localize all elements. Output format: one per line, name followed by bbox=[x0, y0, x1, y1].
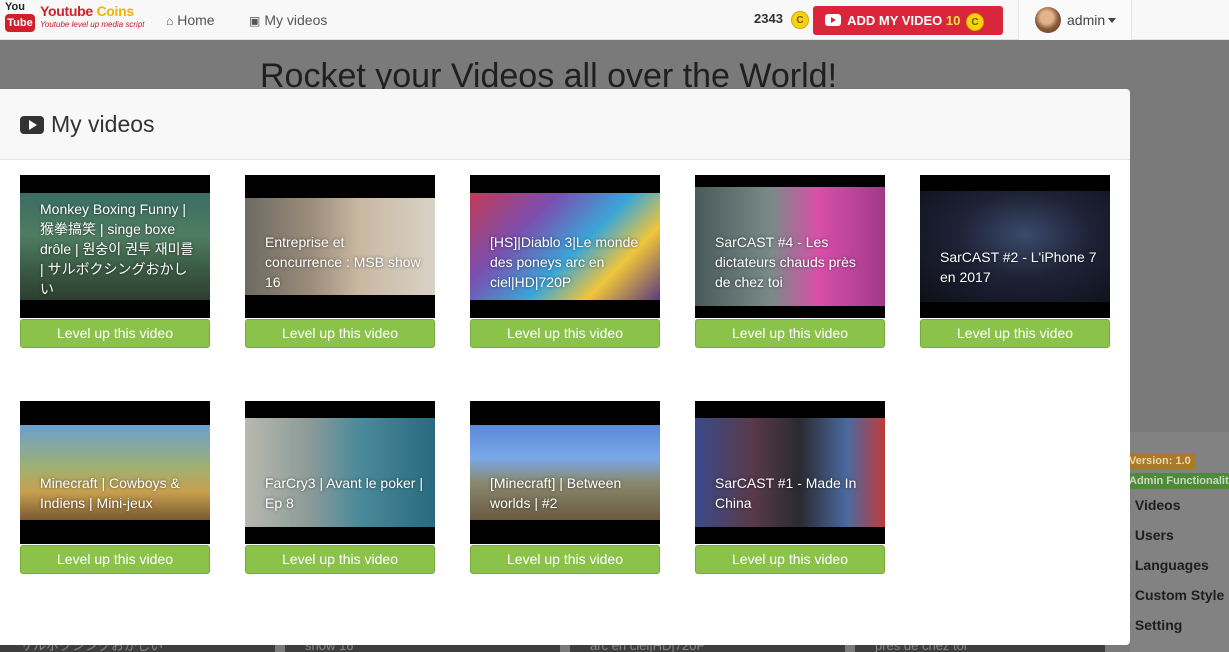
video-thumbnail[interactable]: Monkey Boxing Funny | 猴拳搞笑 | singe boxe … bbox=[20, 175, 210, 318]
video-title: Minecraft | Cowboys & Indiens | Mini-jeu… bbox=[40, 474, 180, 511]
video-card: Monkey Boxing Funny | 猴拳搞笑 | singe boxe … bbox=[20, 175, 210, 348]
username: admin bbox=[1067, 12, 1106, 28]
nav-home-label: Home bbox=[177, 12, 215, 28]
youtube-play-icon bbox=[825, 14, 841, 26]
video-title: FarCry3 | Avant le poker | Ep 8 bbox=[265, 474, 423, 511]
video-title: [HS]|Diablo 3|Le monde des poneys arc en… bbox=[490, 233, 639, 290]
video-card: SarCAST #4 - Les dictateurs chauds près … bbox=[695, 175, 885, 348]
top-navbar: You Tube Youtube Coins Youtube level up … bbox=[0, 0, 1229, 40]
background-menu-setting: ▪ Setting bbox=[1126, 617, 1183, 633]
video-thumbnail[interactable]: Entreprise et concurrence : MSB show 16 bbox=[245, 175, 435, 318]
background-menu-label: Setting bbox=[1134, 617, 1183, 633]
level-up-button[interactable]: Level up this video bbox=[470, 545, 660, 574]
video-thumbnail[interactable]: SarCAST #4 - Les dictateurs chauds près … bbox=[695, 175, 885, 318]
video-card: Minecraft | Cowboys & Indiens | Mini-jeu… bbox=[20, 401, 210, 574]
video-title: SarCAST #2 - L'iPhone 7 en 2017 bbox=[940, 248, 1097, 285]
video-card: SarCAST #1 - Made In China Level up this… bbox=[695, 401, 885, 574]
nav-my-videos-label: My videos bbox=[264, 12, 328, 28]
brand-tagline: Youtube level up media script bbox=[40, 20, 145, 29]
brand-name-part2: Coins bbox=[96, 3, 134, 19]
level-up-button[interactable]: Level up this video bbox=[20, 545, 210, 574]
add-video-cost: 10 bbox=[945, 13, 961, 28]
video-thumbnail[interactable]: SarCAST #2 - L'iPhone 7 en 2017 bbox=[920, 175, 1110, 318]
logo-you-text: You bbox=[5, 1, 25, 13]
brand-name-part1: Youtube bbox=[40, 3, 93, 19]
logo-tube-badge: Tube bbox=[5, 14, 35, 32]
level-up-button[interactable]: Level up this video bbox=[245, 319, 435, 348]
background-menu-label: Users bbox=[1134, 527, 1174, 543]
coin-balance: 2343 bbox=[754, 11, 783, 26]
video-thumbnail[interactable]: Minecraft | Cowboys & Indiens | Mini-jeu… bbox=[20, 401, 210, 544]
video-thumbnail[interactable]: [HS]|Diablo 3|Le monde des poneys arc en… bbox=[470, 175, 660, 318]
background-menu-custom-style: ▪ Custom Style bbox=[1126, 587, 1225, 603]
background-menu-users: ▪ Users bbox=[1126, 527, 1174, 543]
youtube-play-icon bbox=[20, 116, 44, 134]
coin-icon: C bbox=[965, 13, 984, 31]
video-thumbnail[interactable]: [Minecraft] | Between worlds | #2 bbox=[470, 401, 660, 544]
background-menu-videos: ▪ Videos bbox=[1126, 497, 1181, 513]
video-title: SarCAST #1 - Made In China bbox=[715, 474, 857, 511]
background-admin-functionality-badge: Admin Functionality bbox=[1126, 473, 1229, 489]
modal-title: My videos bbox=[51, 111, 155, 137]
level-up-button[interactable]: Level up this video bbox=[20, 319, 210, 348]
user-menu-dropdown[interactable]: admin bbox=[1018, 0, 1132, 40]
level-up-button[interactable]: Level up this video bbox=[245, 545, 435, 574]
level-up-button[interactable]: Level up this video bbox=[695, 319, 885, 348]
background-version-badge: Version: 1.0 bbox=[1126, 453, 1196, 469]
level-up-button[interactable]: Level up this video bbox=[470, 319, 660, 348]
add-video-label: ADD MY VIDEO bbox=[847, 13, 943, 28]
film-icon: ▣ bbox=[249, 14, 261, 28]
video-title: Entreprise et concurrence : MSB show 16 bbox=[265, 233, 421, 290]
my-videos-modal: My videos Monkey Boxing Funny | 猴拳搞笑 | s… bbox=[0, 89, 1130, 645]
nav-my-videos-link[interactable]: ▣ My videos bbox=[249, 12, 327, 28]
avatar bbox=[1035, 7, 1061, 33]
background-menu-label: Languages bbox=[1134, 557, 1209, 573]
brand-name: Youtube Coins bbox=[40, 3, 134, 19]
add-my-video-button[interactable]: ADD MY VIDEO 10 C bbox=[813, 6, 1003, 35]
video-title: [Minecraft] | Between worlds | #2 bbox=[490, 474, 622, 511]
video-thumbnail[interactable]: FarCry3 | Avant le poker | Ep 8 bbox=[245, 401, 435, 544]
background-menu-languages: ▪ Languages bbox=[1126, 557, 1209, 573]
background-menu-label: Videos bbox=[1134, 497, 1181, 513]
video-title: SarCAST #4 - Les dictateurs chauds près … bbox=[715, 233, 856, 290]
video-thumbnail[interactable]: SarCAST #1 - Made In China bbox=[695, 401, 885, 544]
level-up-button[interactable]: Level up this video bbox=[920, 319, 1110, 348]
video-card: SarCAST #2 - L'iPhone 7 en 2017 Level up… bbox=[920, 175, 1110, 348]
video-card: [HS]|Diablo 3|Le monde des poneys arc en… bbox=[470, 175, 660, 348]
chevron-down-icon bbox=[1108, 18, 1116, 23]
home-icon: ⌂ bbox=[166, 14, 174, 28]
level-up-button[interactable]: Level up this video bbox=[695, 545, 885, 574]
video-card: [Minecraft] | Between worlds | #2 Level … bbox=[470, 401, 660, 574]
video-title: Monkey Boxing Funny | 猴拳搞笑 | singe boxe … bbox=[40, 201, 194, 297]
site-logo[interactable]: You Tube Youtube Coins Youtube level up … bbox=[5, 2, 155, 36]
modal-header: My videos bbox=[0, 89, 1130, 160]
nav-home-link[interactable]: ⌂ Home bbox=[166, 12, 215, 28]
coin-icon: C bbox=[791, 11, 809, 29]
background-menu-label: Custom Style bbox=[1134, 587, 1225, 603]
video-card: Entreprise et concurrence : MSB show 16 … bbox=[245, 175, 435, 348]
video-card: FarCry3 | Avant le poker | Ep 8 Level up… bbox=[245, 401, 435, 574]
